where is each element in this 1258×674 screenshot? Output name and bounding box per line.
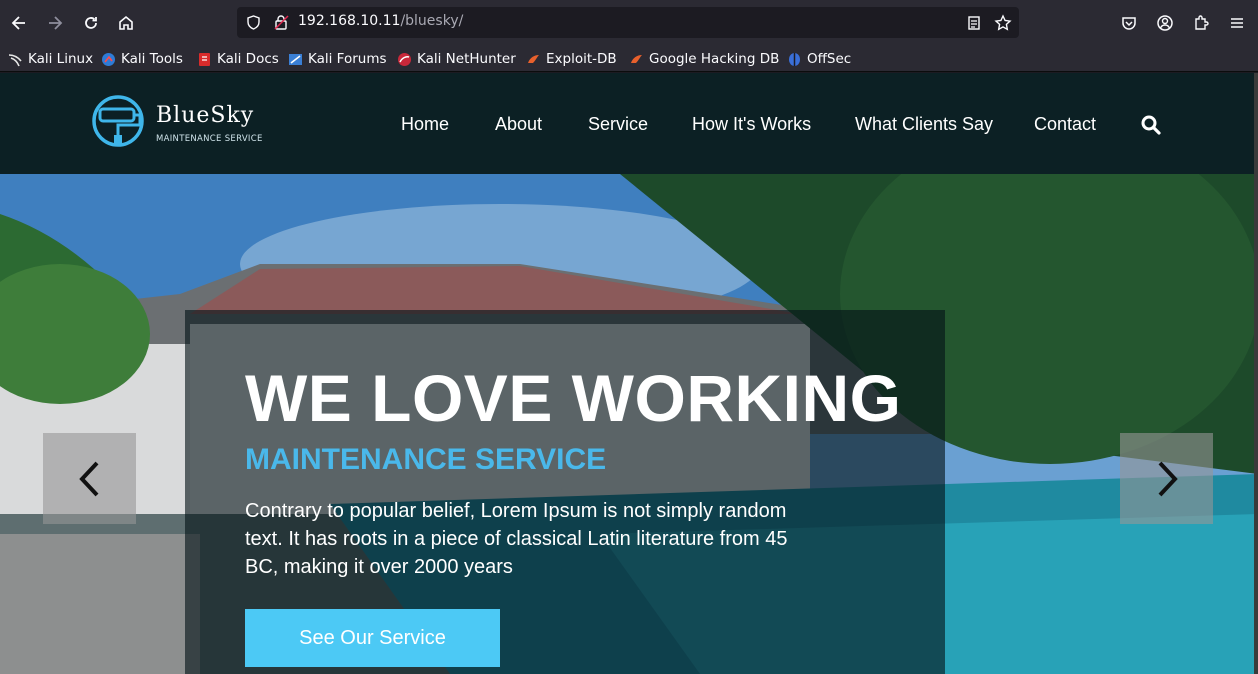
nav-what-clients-say[interactable]: What Clients Say (855, 114, 993, 135)
home-icon (119, 15, 133, 30)
carousel-next-button[interactable] (1120, 433, 1213, 524)
hero-slider: WE LOVE WORKING MAINTENANCE SERVICE Cont… (0, 174, 1258, 674)
insecure-lock-icon[interactable] (273, 14, 290, 31)
hamburger-menu-icon (1231, 18, 1243, 28)
hero-title: WE LOVE WORKING (245, 361, 902, 435)
nav-about[interactable]: About (495, 114, 542, 135)
url-path: /bluesky/ (400, 13, 464, 29)
paint-roller-logo-icon (92, 95, 144, 147)
bookmark-star-icon[interactable] (994, 14, 1012, 32)
puzzle-icon (1195, 15, 1209, 30)
address-bar[interactable]: 192.168.10.11/bluesky/ (237, 7, 1019, 38)
bookmark-kali-linux[interactable]: Kali Linux (8, 49, 93, 69)
search-icon[interactable] (1140, 114, 1162, 136)
home-button[interactable] (112, 9, 140, 37)
reader-view-icon[interactable] (966, 15, 982, 31)
bookmark-offsec[interactable]: OffSec (787, 49, 851, 69)
site-header: BlueSky MAINTENANCE SERVICE Home About S… (0, 73, 1258, 174)
exploitdb-icon (526, 52, 541, 67)
web-page: BlueSky MAINTENANCE SERVICE Home About S… (0, 73, 1258, 674)
browser-toolbar: 192.168.10.11/bluesky/ (0, 0, 1258, 46)
forward-button[interactable] (41, 9, 69, 37)
nav-home[interactable]: Home (401, 114, 449, 135)
reload-icon (85, 17, 97, 29)
kali-tools-icon (101, 52, 116, 67)
hero-subtitle: MAINTENANCE SERVICE (245, 443, 607, 476)
chevron-left-icon (78, 461, 98, 496)
nav-how-it-works[interactable]: How It's Works (692, 114, 811, 135)
bookmark-label: Kali Forums (308, 51, 387, 67)
reload-button[interactable] (77, 9, 105, 37)
shield-icon[interactable] (245, 14, 262, 31)
account-button[interactable] (1151, 9, 1179, 37)
bookmark-kali-nethunter[interactable]: Kali NetHunter (397, 49, 516, 69)
logo-tagline: MAINTENANCE SERVICE (156, 134, 263, 144)
bookmark-kali-forums[interactable]: Kali Forums (288, 49, 387, 69)
url-host: 192.168.10.11 (298, 13, 401, 29)
pocket-icon (1122, 17, 1136, 30)
bookmark-label: Kali Docs (217, 51, 279, 67)
bookmarks-toolbar: Kali Linux Kali Tools Kali Docs Kali For… (0, 46, 1258, 72)
kali-dragon-icon (8, 52, 23, 67)
logo-name: BlueSky (156, 103, 255, 128)
nethunter-icon (397, 52, 412, 67)
offsec-icon (787, 52, 802, 67)
see-our-service-button[interactable]: See Our Service (245, 609, 500, 667)
nav-service[interactable]: Service (588, 114, 648, 135)
back-button[interactable] (5, 9, 33, 37)
site-logo[interactable]: BlueSky MAINTENANCE SERVICE (88, 95, 288, 147)
menu-button[interactable] (1223, 9, 1251, 37)
extensions-button[interactable] (1187, 9, 1215, 37)
bookmark-google-hacking-db[interactable]: Google Hacking DB (629, 49, 779, 69)
pocket-button[interactable] (1115, 9, 1143, 37)
bookmark-kali-docs[interactable]: Kali Docs (197, 49, 279, 69)
url-text[interactable]: 192.168.10.11/bluesky/ (298, 13, 463, 29)
bookmark-label: Kali Tools (121, 51, 183, 67)
forward-arrow-icon (49, 16, 63, 30)
kali-docs-icon (197, 52, 212, 67)
bookmark-kali-tools[interactable]: Kali Tools (101, 49, 183, 69)
carousel-prev-button[interactable] (43, 433, 136, 524)
ghdb-icon (629, 52, 644, 67)
back-arrow-icon (11, 16, 25, 30)
nav-contact[interactable]: Contact (1034, 114, 1096, 135)
bookmark-exploit-db[interactable]: Exploit-DB (526, 49, 617, 69)
account-icon (1157, 15, 1173, 31)
page-scrollbar[interactable] (1254, 73, 1258, 674)
bookmark-label: Kali NetHunter (417, 51, 516, 67)
chevron-right-icon (1158, 461, 1178, 496)
bookmark-label: Google Hacking DB (649, 51, 780, 67)
hero-description: Contrary to popular belief, Lorem Ipsum … (245, 500, 788, 578)
bookmark-label: Kali Linux (28, 51, 94, 67)
bookmark-label: Exploit-DB (546, 51, 617, 67)
bookmark-label: OffSec (807, 51, 852, 67)
kali-forums-icon (288, 52, 303, 67)
